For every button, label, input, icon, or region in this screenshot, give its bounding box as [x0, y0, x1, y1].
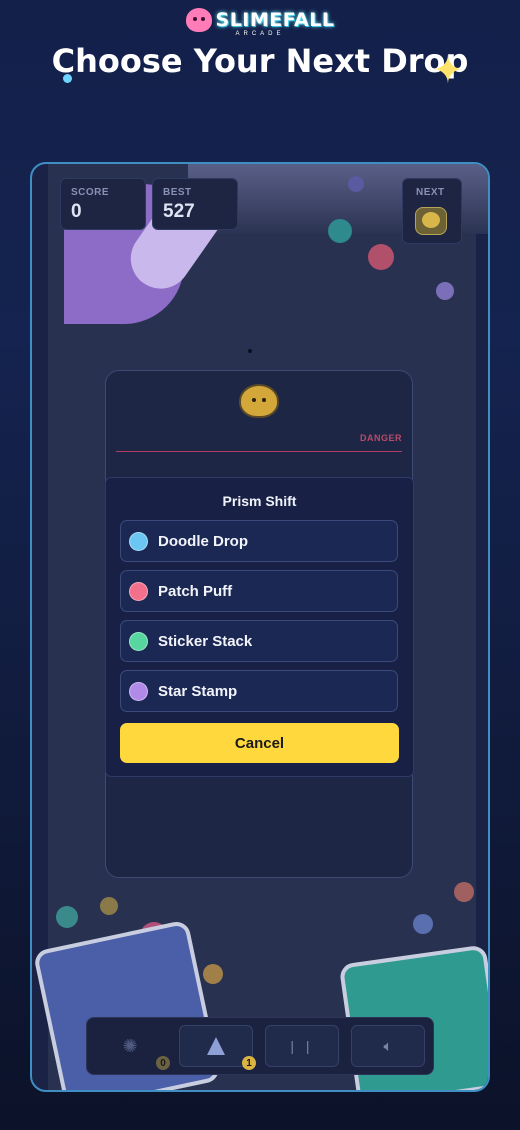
next-panel: NEXT — [402, 178, 462, 244]
slime-icon — [239, 384, 279, 418]
option-label: Doodle Drop — [158, 532, 248, 550]
score-value: 0 — [71, 201, 82, 222]
pause-icon: | | — [290, 1038, 314, 1054]
color-dot-icon — [129, 631, 148, 651]
option-star-stamp[interactable]: Star Stamp — [120, 670, 398, 712]
decor-dot — [436, 282, 454, 300]
logo-subtitle: ARCADE — [235, 31, 285, 37]
danger-label: DANGER — [359, 433, 402, 443]
decor-dot — [56, 906, 78, 928]
cancel-button[interactable]: Cancel — [120, 723, 399, 763]
decor-dot — [203, 964, 223, 984]
decor-dot — [348, 176, 364, 192]
score-label: SCORE — [71, 187, 110, 198]
slime-eye — [262, 398, 266, 402]
decor-dot — [454, 882, 474, 902]
color-dot-icon — [129, 531, 148, 551]
score-panel: SCORE 0 — [60, 178, 146, 230]
option-label: Patch Puff — [158, 582, 233, 600]
slime-eye — [252, 398, 256, 402]
prism-shift-dialog: Prism Shift Doodle Drop Patch Puff Stick… — [105, 477, 414, 777]
option-label: Sticker Stack — [158, 632, 253, 650]
next-label: NEXT — [416, 187, 445, 198]
decor-dot — [63, 74, 72, 83]
next-slime-icon — [415, 207, 447, 235]
option-doodle-drop[interactable]: Doodle Drop — [120, 520, 398, 562]
sound-icon: 🔈︎ — [383, 1037, 393, 1055]
prism-count-badge: 1 — [242, 1056, 256, 1070]
logo-text: SLIMEFALL — [215, 9, 335, 31]
color-dot-icon — [129, 581, 148, 601]
option-patch-puff[interactable]: Patch Puff — [120, 570, 398, 612]
slime-logo-icon — [185, 8, 212, 32]
pause-button[interactable]: | | — [265, 1025, 339, 1067]
sound-button[interactable]: 🔈︎ — [351, 1025, 425, 1067]
option-sticker-stack[interactable]: Sticker Stack — [120, 620, 398, 662]
decor-dot — [368, 244, 394, 270]
decor-dot — [328, 219, 352, 243]
shake-icon: ✺ — [122, 1035, 138, 1056]
prism-button[interactable]: 1 — [179, 1025, 256, 1070]
decor-dot — [413, 914, 433, 934]
shake-button[interactable]: ✺ 0 — [93, 1025, 170, 1070]
color-dot-icon — [129, 681, 148, 701]
best-label: BEST — [163, 187, 192, 198]
prism-icon — [207, 1037, 225, 1055]
sparkle-icon: ✦ — [432, 50, 464, 92]
shake-count-badge: 0 — [156, 1056, 170, 1070]
dialog-title: Prism Shift — [222, 493, 297, 509]
decor-dot — [100, 897, 118, 915]
danger-line — [116, 451, 402, 452]
bottom-toolbar: ✺ 0 1 | | 🔈︎ — [86, 1017, 434, 1075]
best-panel: BEST 527 — [152, 178, 238, 230]
decor-dot — [248, 349, 252, 353]
option-label: Star Stamp — [158, 682, 238, 700]
best-value: 527 — [163, 201, 195, 222]
